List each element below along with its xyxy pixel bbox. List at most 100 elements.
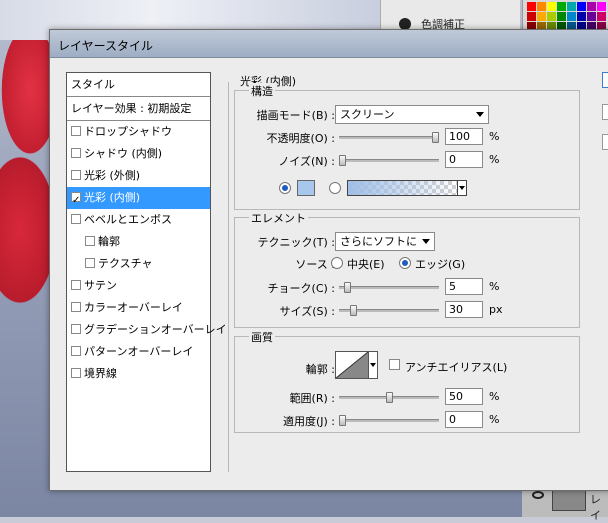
effect-checkbox[interactable]: [85, 236, 95, 246]
new-style-button[interactable]: [602, 134, 608, 150]
color-swatch[interactable]: [587, 12, 596, 21]
size-label: サイズ(S) :: [279, 305, 335, 318]
color-swatch[interactable]: [537, 12, 546, 21]
effect-checkbox[interactable]: [85, 258, 95, 268]
jitter-label: 適用度(J) :: [282, 415, 335, 428]
blend-mode-label: 描画モード(B) :: [256, 109, 335, 122]
choke-slider-thumb[interactable]: [344, 282, 351, 293]
technique-value: さらにソフトに: [340, 235, 417, 248]
effect-checkbox[interactable]: [71, 126, 81, 136]
source-center-radio[interactable]: [331, 257, 343, 269]
effect-checkbox[interactable]: [71, 214, 81, 224]
noise-slider[interactable]: [339, 155, 439, 166]
size-input[interactable]: 30: [445, 301, 483, 318]
opacity-slider-thumb[interactable]: [432, 132, 439, 143]
color-swatch[interactable]: [547, 2, 556, 11]
contour-label: 輪郭 :: [305, 363, 335, 376]
blend-mode-value: スクリーン: [340, 108, 395, 121]
style-list-item[interactable]: パターンオーバーレイ: [67, 341, 210, 363]
style-list-label: パターンオーバーレイ: [84, 345, 194, 358]
style-list-item[interactable]: 輪郭: [67, 231, 210, 253]
effect-checkbox[interactable]: [71, 324, 81, 334]
range-slider[interactable]: [339, 392, 439, 403]
style-list-item[interactable]: 光彩 (外側): [67, 165, 210, 187]
effect-checkbox[interactable]: [71, 170, 81, 180]
style-list-header[interactable]: スタイル: [67, 73, 210, 97]
noise-input[interactable]: 0: [445, 151, 483, 168]
style-list-item[interactable]: サテン: [67, 275, 210, 297]
jitter-unit: %: [489, 413, 500, 426]
color-swatch[interactable]: [537, 2, 546, 11]
color-swatch[interactable]: [527, 12, 536, 21]
style-list-item[interactable]: シャドウ (内側): [67, 143, 210, 165]
source-center-label[interactable]: 中央(E): [347, 256, 385, 272]
contour-preview[interactable]: [335, 351, 369, 379]
color-swatch[interactable]: [557, 12, 566, 21]
range-unit: %: [489, 390, 500, 403]
effect-checkbox[interactable]: [71, 148, 81, 158]
style-list-item[interactable]: テクスチャ: [67, 253, 210, 275]
choke-slider[interactable]: [339, 282, 439, 293]
color-swatch[interactable]: [527, 2, 536, 11]
effect-checkbox[interactable]: [71, 280, 81, 290]
effect-checkbox[interactable]: [71, 368, 81, 378]
visibility-eye-icon[interactable]: [532, 491, 544, 499]
technique-select[interactable]: さらにソフトに: [335, 232, 435, 251]
noise-slider-thumb[interactable]: [339, 155, 346, 166]
style-list-item[interactable]: カラーオーバーレイ: [67, 297, 210, 319]
style-list-label: シャドウ (内側): [84, 147, 163, 160]
range-slider-thumb[interactable]: [386, 392, 393, 403]
style-list-item[interactable]: 境界線: [67, 363, 210, 385]
effect-checkbox[interactable]: [71, 302, 81, 312]
contour-dropdown-icon[interactable]: [368, 351, 378, 379]
jitter-slider[interactable]: [339, 415, 439, 426]
color-swatch[interactable]: [577, 2, 586, 11]
opacity-slider[interactable]: [339, 132, 439, 143]
style-list-label: サテン: [84, 279, 117, 292]
gradient-dropdown-icon[interactable]: [457, 180, 467, 196]
gradient-radio[interactable]: [329, 182, 341, 194]
style-list-item[interactable]: グラデーションオーバーレイ: [67, 319, 227, 341]
color-swatch[interactable]: [567, 2, 576, 11]
size-slider-thumb[interactable]: [350, 305, 357, 316]
color-swatch[interactable]: [567, 12, 576, 21]
color-swatch[interactable]: [587, 2, 596, 11]
noise-unit: %: [489, 153, 500, 166]
color-swatch[interactable]: [547, 12, 556, 21]
opacity-label: 不透明度(O) :: [266, 132, 335, 145]
noise-label: ノイズ(N) :: [278, 155, 335, 168]
range-label: 範囲(R) :: [289, 392, 335, 405]
size-unit: px: [489, 303, 503, 316]
choke-input[interactable]: 5: [445, 278, 483, 295]
cancel-button[interactable]: [602, 104, 608, 120]
dialog-titlebar[interactable]: レイヤースタイル: [50, 30, 608, 58]
antialias-checkbox[interactable]: [389, 359, 400, 370]
blend-mode-select[interactable]: スクリーン: [335, 105, 489, 124]
style-list-item[interactable]: ドロップシャドウ: [67, 121, 210, 143]
opacity-input[interactable]: 100: [445, 128, 483, 145]
color-swatch[interactable]: [597, 12, 606, 21]
source-edge-label[interactable]: エッジ(G): [415, 256, 465, 272]
color-swatch[interactable]: [597, 2, 606, 11]
style-list-label: 境界線: [84, 367, 117, 380]
ok-button[interactable]: [602, 72, 608, 88]
color-swatch[interactable]: [577, 12, 586, 21]
style-list-item[interactable]: 光彩 (内側): [67, 187, 210, 211]
jitter-slider-thumb[interactable]: [339, 415, 346, 426]
size-slider[interactable]: [339, 305, 439, 316]
color-swatch[interactable]: [557, 2, 566, 11]
style-list-label: グラデーションオーバーレイ: [84, 323, 227, 336]
antialias-label[interactable]: アンチエイリアス(L): [405, 359, 507, 375]
glow-color-swatch[interactable]: [297, 180, 315, 196]
effect-checkbox[interactable]: [71, 346, 81, 356]
range-input[interactable]: 50: [445, 388, 483, 405]
source-edge-radio[interactable]: [399, 257, 411, 269]
effect-checkbox[interactable]: [71, 190, 81, 211]
style-list-header[interactable]: レイヤー効果 : 初期設定: [67, 97, 210, 121]
gradient-preview[interactable]: [347, 180, 459, 196]
style-list-label: スタイル: [71, 78, 115, 91]
jitter-input[interactable]: 0: [445, 411, 483, 428]
style-list-item[interactable]: ベベルとエンボス: [67, 209, 210, 231]
quality-group-title: 画質: [249, 329, 275, 345]
color-radio[interactable]: [279, 182, 291, 194]
